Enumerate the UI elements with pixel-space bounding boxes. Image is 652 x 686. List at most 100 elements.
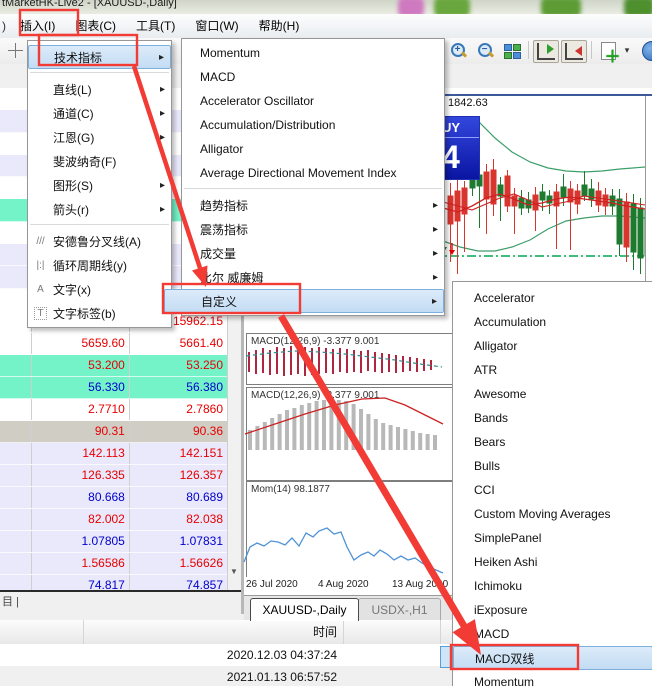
menu-item-label: 通道(C) (53, 105, 160, 122)
menu-item-heiken-ashi[interactable]: Heiken Ashi (453, 550, 652, 574)
application-window: tMarketHK-Live2 - [XAUUSD-,Daily] )插入(I)… (0, 0, 652, 686)
menu-item-bill-williams[interactable]: 比尔 威廉姆▸ (182, 265, 444, 289)
menu-item-channels[interactable]: 通道(C)▸ (28, 101, 171, 125)
menu-item-cci[interactable]: CCI (453, 478, 652, 502)
menubar-item-1[interactable]: 插入(I) (10, 15, 65, 37)
crosshair-tool-button[interactable] (3, 40, 27, 61)
market-watch-row[interactable]: 142.113142.151 (0, 443, 227, 465)
menu-item-label: Accelerator (474, 291, 647, 305)
menu-item-accelerator[interactable]: Accelerator (453, 286, 652, 310)
menu-item-cycle-lines[interactable]: |:|循环周期线(y) (28, 253, 171, 277)
market-watch-row[interactable]: 80.66880.689 (0, 487, 227, 509)
menu-item-label: Bulls (474, 459, 647, 473)
menu-item-awesome[interactable]: Awesome (453, 382, 652, 406)
scroll-down-icon[interactable]: ▼ (228, 565, 240, 578)
market-watch-row[interactable]: 82.00282.038 (0, 509, 227, 531)
submenu-arrow-icon: ▸ (160, 108, 165, 119)
menu-item-custom[interactable]: 自定义▸ (164, 289, 444, 313)
toolbar-separator (528, 41, 529, 59)
menu-item-accelerator-oscillator[interactable]: Accelerator Oscillator (182, 89, 444, 113)
menu-item-label: 江恩(G) (53, 129, 160, 146)
submenu-arrow-icon: ▸ (160, 132, 165, 143)
add-indicator-dropdown[interactable]: ▾ (621, 40, 633, 61)
ask-cell: 1.56626 (130, 553, 227, 574)
ask-cell: 1.07831 (130, 531, 227, 552)
zoom-out-button[interactable]: − (473, 40, 497, 61)
ask-cell: 53.250 (130, 355, 227, 376)
wallpaper-blob (434, 0, 470, 14)
menu-item-oscillators[interactable]: 震荡指标▸ (182, 217, 444, 241)
menubar-item-2[interactable]: 图表(C) (65, 15, 126, 37)
menu-item-simplepanel[interactable]: SimplePanel (453, 526, 652, 550)
menu-item-custom-moving-averages[interactable]: Custom Moving Averages (453, 502, 652, 526)
tile-windows-button[interactable] (500, 40, 524, 61)
market-watch-row[interactable]: 1.565861.56626 (0, 553, 227, 575)
menubar-item-5[interactable]: 帮助(H) (249, 15, 310, 37)
menu-item-alligator[interactable]: Alligator (453, 334, 652, 358)
market-watch-row[interactable]: 126.335126.357 (0, 465, 227, 487)
menu-item-volumes[interactable]: 成交量▸ (182, 241, 444, 265)
time-cell: 2020.12.03 04:37:24 (83, 644, 337, 666)
menu-item-label: Accumulation/Distribution (200, 118, 438, 132)
menu-item-alligator[interactable]: Alligator (182, 137, 444, 161)
menu-item-macd[interactable]: MACD (453, 622, 652, 646)
toolbar-partial-icon[interactable] (642, 41, 652, 61)
chart-shift-button[interactable] (533, 40, 559, 63)
market-watch-row[interactable]: 56.33056.380 (0, 377, 227, 399)
menu-item-accumulation-distribution[interactable]: Accumulation/Distribution (182, 113, 444, 137)
menu-item-momentum[interactable]: Momentum (453, 670, 652, 686)
x-axis-tick: 26 Jul 2020 (246, 579, 298, 590)
menu-item-iexposure[interactable]: iExposure (453, 598, 652, 622)
market-watch-row[interactable]: 2.77102.7860 (0, 399, 227, 421)
time-column-header[interactable]: 时间 (83, 620, 337, 644)
menu-item-adx[interactable]: Average Directional Movement Index (182, 161, 444, 185)
indicator-label: MACD(12,26,9) -3.377 9.001 (251, 390, 379, 401)
tab-usdx-h1[interactable]: USDX-,H1 (358, 598, 441, 621)
menu-item-label: Accelerator Oscillator (200, 94, 438, 108)
menu-item-arrows[interactable]: 箭头(r)▸ (28, 197, 171, 221)
menu-item-macd-dual[interactable]: MACD双线 (453, 646, 652, 670)
menu-item-label: Alligator (200, 142, 438, 156)
menu-separator (184, 188, 442, 189)
menu-item-label: Bands (474, 411, 647, 425)
zoom-in-button[interactable]: + (446, 40, 470, 61)
menu-item-text-label[interactable]: T文字标签(b) (28, 301, 171, 325)
market-watch-row[interactable]: 5659.605661.40 (0, 333, 227, 355)
symbol-cell (0, 575, 32, 591)
menu-item-atr[interactable]: ATR (453, 358, 652, 382)
symbol-cell (0, 487, 32, 508)
menu-item-gann[interactable]: 江恩(G)▸ (28, 125, 171, 149)
menu-item-ichimoku[interactable]: Ichimoku (453, 574, 652, 598)
menu-item-macd[interactable]: MACD (182, 65, 444, 89)
bid-cell: 82.002 (32, 509, 130, 530)
menu-item-lines[interactable]: 直线(L)▸ (28, 77, 171, 101)
menu-item-label: MACD双线 (475, 650, 646, 667)
andrews-pitchfork-icon: /// (28, 236, 53, 247)
menu-item-trend[interactable]: 趋势指标▸ (182, 193, 444, 217)
symbol-cell (0, 443, 32, 464)
menu-item-andrews-pitchfork[interactable]: ///安德鲁分叉线(A) (28, 229, 171, 253)
market-watch-row[interactable]: 74.81774.857 (0, 575, 227, 591)
menu-item-momentum[interactable]: Momentum (182, 41, 444, 65)
menu-item-technical-indicators[interactable]: 技术指标▸ (28, 45, 171, 69)
submenu-arrow-icon: ▸ (160, 204, 165, 215)
menu-item-accumulation[interactable]: Accumulation (453, 310, 652, 334)
window-title: tMarketHK-Live2 - [XAUUSD-,Daily] (2, 0, 177, 9)
symbol-cell (0, 509, 32, 530)
menubar-item-0[interactable]: ) (0, 15, 10, 37)
menubar-item-4[interactable]: 窗口(W) (185, 15, 248, 37)
menu-item-shapes[interactable]: 图形(S)▸ (28, 173, 171, 197)
market-watch-row[interactable]: 53.20053.250 (0, 355, 227, 377)
menubar-item-3[interactable]: 工具(T) (126, 15, 185, 37)
market-watch-row[interactable]: 90.3190.36 (0, 421, 227, 443)
add-indicator-button[interactable]: ＋ (596, 40, 620, 61)
menu-item-bears[interactable]: Bears (453, 430, 652, 454)
menu-item-fibonacci[interactable]: 斐波纳奇(F) (28, 149, 171, 173)
tab-xauusd-daily[interactable]: XAUUSD-,Daily (250, 598, 359, 621)
menu-item-text[interactable]: A文字(x) (28, 277, 171, 301)
market-watch-tab-fragment[interactable]: 目 | (0, 592, 243, 614)
market-watch-row[interactable]: 1.078051.07831 (0, 531, 227, 553)
chart-autoscroll-button[interactable] (561, 40, 587, 63)
menu-item-bands[interactable]: Bands (453, 406, 652, 430)
menu-item-bulls[interactable]: Bulls (453, 454, 652, 478)
